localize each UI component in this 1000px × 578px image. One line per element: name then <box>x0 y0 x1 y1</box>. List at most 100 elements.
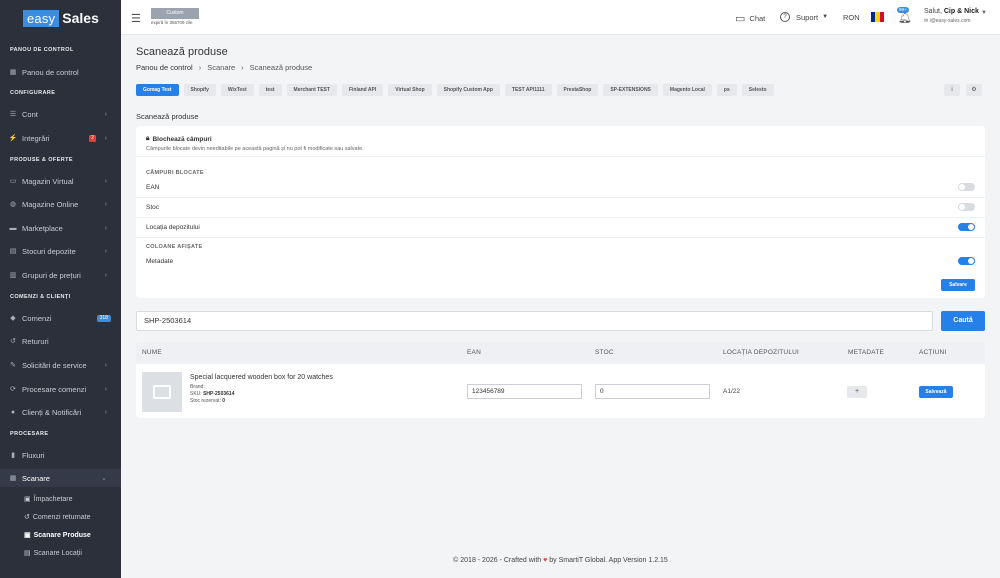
currency-selector[interactable]: RON <box>843 13 860 22</box>
stock-toggle[interactable] <box>958 203 975 211</box>
support-label: Suport <box>796 12 819 22</box>
chat-button[interactable]: ▭ Chat <box>735 12 765 25</box>
tab-finland-api[interactable]: Finland API <box>341 84 384 96</box>
store-tabs: Gomag Test Shopify WixTest test Merchant… <box>136 84 774 96</box>
sidebar-item-online-stores[interactable]: ◍ Magazine Online › <box>0 195 121 213</box>
sidebar-item-service[interactable]: ✎ Solicitări de service › <box>0 356 121 374</box>
page-title: Scanează produse <box>136 46 228 58</box>
package-icon: ▣ <box>24 496 31 503</box>
logo[interactable]: easy Sales <box>23 9 99 27</box>
tab-shopify-custom-app[interactable]: Shopify Custom App <box>436 84 500 96</box>
tab-ps[interactable]: ps <box>716 84 737 96</box>
tab-sp-extensions[interactable]: SP-EXTENSIONS <box>603 84 658 96</box>
sidebar-item-virtual-store[interactable]: ▭ Magazin Virtual › <box>0 172 121 190</box>
dashboard-icon: ▦ <box>9 69 17 76</box>
sidebar-item-scan[interactable]: ▦ Scanare ⌄ <box>0 469 121 487</box>
chevron-right-icon: › <box>104 134 107 142</box>
flag-romania-icon[interactable] <box>871 12 884 22</box>
sub-item-scan-products[interactable]: ▣ Scanare Produse <box>24 531 91 540</box>
info-button[interactable]: i <box>944 84 960 96</box>
tab-virtual-shop[interactable]: Virtual Shop <box>388 84 432 96</box>
product-reserved: Stoc rezervat: 0 <box>190 398 225 404</box>
lock-description: Câmpurile blocate devin needitabile pe a… <box>146 146 364 152</box>
lock-title: 🔒︎ Blochează câmpuri <box>146 135 212 143</box>
search-button[interactable]: Caută <box>941 311 985 331</box>
caret-down-icon[interactable]: ▼ <box>981 10 987 16</box>
menu-icon[interactable]: ☰ <box>131 12 141 25</box>
caret-down-icon: ▼ <box>822 14 829 20</box>
sidebar-item-marketplace[interactable]: ▬ Marketplace › <box>0 219 121 237</box>
sidebar-item-label: Grupuri de prețuri <box>22 270 81 280</box>
logo-box: easy <box>23 9 60 27</box>
chevron-right-icon: › <box>104 200 107 208</box>
tab-magento-local[interactable]: Magento Local <box>662 84 712 96</box>
search-input[interactable]: SHP-2503614 <box>136 311 933 331</box>
metadata-toggle[interactable] <box>958 257 975 265</box>
add-metadata-button[interactable]: + <box>847 386 867 398</box>
col-actions: ACȚIUNI <box>919 349 947 356</box>
ean-input[interactable]: 123456789 <box>467 384 582 399</box>
col-stock: STOC <box>595 349 614 356</box>
plan-button[interactable]: Custom <box>151 8 199 19</box>
sku-value: SHP-2503614 <box>203 391 235 397</box>
sidebar-item-price-groups[interactable]: ▥ Grupuri de prețuri › <box>0 266 121 284</box>
user-email: ✉ i@easy-sales.com <box>924 18 979 24</box>
tab-merchant-test[interactable]: Merchant TEST <box>286 84 337 96</box>
user-greeting: Salut, Cip & Nick <box>924 8 979 15</box>
product-sku: SKU: SHP-2503614 <box>190 391 234 397</box>
list-icon: ▥ <box>9 272 17 279</box>
tab-test-api[interactable]: TEST API1111 <box>504 84 552 96</box>
tab-selesto[interactable]: Selesto <box>741 84 774 96</box>
greeting-text: Salut, <box>924 8 942 15</box>
breadcrumb-item[interactable]: Panou de control <box>136 63 193 72</box>
tab-gomag-test[interactable]: Gomag Test <box>136 84 179 96</box>
tab-test[interactable]: test <box>258 84 282 96</box>
chevron-right-icon: › <box>104 271 107 279</box>
sidebar-item-label: Cont <box>22 109 38 119</box>
sync-icon: ⟳ <box>10 386 16 393</box>
sidebar-item-orders[interactable]: ◆ Comenzi 318 <box>0 309 121 327</box>
chevron-right-icon: › <box>241 63 244 72</box>
users-icon: ● <box>10 408 16 416</box>
plan-info: Custom expiră în 355709 zile <box>151 8 199 25</box>
tab-wixtest[interactable]: WixTest <box>220 84 254 96</box>
sidebar-item-integrations[interactable]: ⚡ Integrări 2 › <box>0 129 121 147</box>
heart-icon: ♥ <box>543 557 548 564</box>
sidebar-item-clients[interactable]: ● Clienți & Notificări › <box>0 403 121 421</box>
chevron-right-icon: › <box>104 110 107 118</box>
reserved-label: Stoc rezervat: <box>190 398 221 404</box>
tab-prestashop[interactable]: PrestaShop <box>556 84 599 96</box>
barcode-icon: ▦ <box>9 475 17 482</box>
monitor-icon: ▭ <box>9 178 17 185</box>
save-settings-button[interactable]: Salvare <box>941 279 975 291</box>
settings-button[interactable]: ⚙ <box>966 84 982 96</box>
toggle-row-location: Locația depozitului <box>136 218 985 238</box>
email-text: i@easy-sales.com <box>929 18 971 24</box>
footer: © 2018 - 2026 - Crafted with ♥ by Smarti… <box>121 557 1000 564</box>
tab-shopify[interactable]: Shopify <box>183 84 216 96</box>
sidebar-item-label: Fluxuri <box>22 450 45 460</box>
sidebar-item-label: Marketplace <box>22 223 63 233</box>
sidebar-item-returns[interactable]: ↺ Retururi <box>0 332 121 350</box>
chevron-right-icon: › <box>104 408 107 416</box>
sidebar-item-order-processing[interactable]: ⟳ Procesare comenzi › <box>0 380 121 398</box>
sidebar-item-stocks[interactable]: ▤ Stocuri depozite › <box>0 242 121 260</box>
sub-item-returned[interactable]: ↺ Comenzi returnate <box>24 513 90 522</box>
sidebar-item-account[interactable]: ☰ Cont › <box>0 105 121 123</box>
section-config: CONFIGURARE <box>10 90 56 96</box>
sidebar-item-flows[interactable]: ▮ Fluxuri <box>0 446 121 464</box>
breadcrumb-item: Scanează produse <box>249 63 313 72</box>
sub-item-packing[interactable]: ▣ Împachetare <box>24 495 73 504</box>
breadcrumb-item[interactable]: Scanare <box>207 63 235 72</box>
sub-item-scan-locations[interactable]: ▤ Scanare Locații <box>24 549 82 558</box>
product-thumbnail <box>142 372 182 412</box>
support-menu[interactable]: ? Suport ▼ <box>780 12 828 22</box>
ean-toggle[interactable] <box>958 183 975 191</box>
user-menu[interactable]: Salut, Cip & Nick ✉ i@easy-sales.com <box>924 8 979 24</box>
location-toggle[interactable] <box>958 223 975 231</box>
stock-input[interactable]: 0 <box>595 384 710 399</box>
sidebar-item-dashboard[interactable]: ▦ Panou de control <box>0 63 121 81</box>
save-row-button[interactable]: Salvează <box>919 386 953 398</box>
sidebar-item-label: Retururi <box>22 336 49 346</box>
lock-icon: 🔒︎ <box>146 135 150 142</box>
